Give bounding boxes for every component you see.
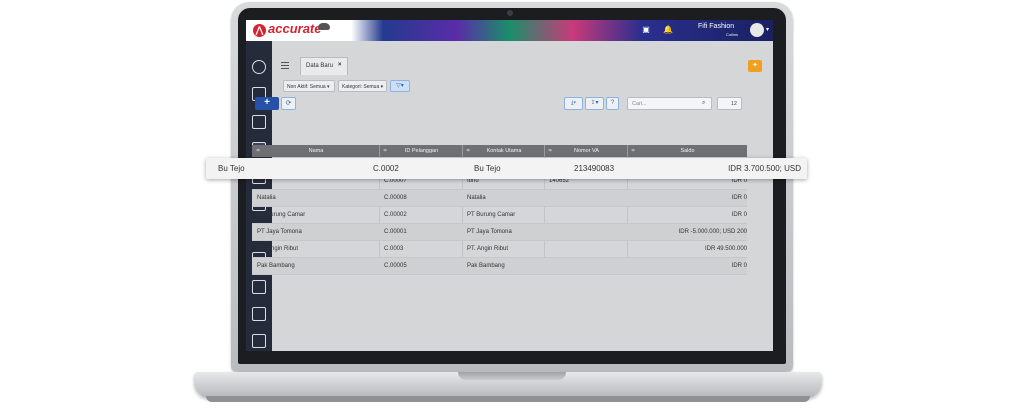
table-row[interactable]: PT Burung Camar C.00002 PT Burung Camar … [252, 207, 747, 224]
list-icon[interactable] [281, 62, 289, 69]
camera-icon [507, 10, 513, 16]
cell-va [549, 224, 627, 241]
cell-nama: PT Burung Camar [257, 212, 306, 218]
ledger-icon[interactable] [252, 307, 266, 321]
laptop-notch [458, 372, 566, 380]
cell-saldo: IDR 0 [731, 195, 747, 201]
cell-kontak: PT Jaya Tomona [467, 229, 512, 235]
category-filter[interactable]: Kategori: Semua ▾ [338, 80, 387, 92]
cell-nama: PT. Angin Ribut [257, 246, 299, 252]
status-filter-label: Non Aktif: Semua [287, 84, 326, 90]
help-icon[interactable]: ? [606, 97, 619, 110]
column-id-pelanggan[interactable]: ID Pelanggan [380, 145, 463, 157]
close-icon[interactable]: × [338, 62, 342, 68]
column-kontak-utama[interactable]: Kontak Utama [463, 145, 545, 157]
export-icon[interactable]: ⇪▾ [585, 97, 604, 110]
filter-icon[interactable]: ▽▾ [390, 80, 410, 92]
calendar-icon[interactable]: ▣ [641, 25, 651, 35]
cell-kontak: PT. Angin Ribut [467, 246, 509, 252]
accurate-logo: accurate [268, 21, 322, 36]
report-icon[interactable] [252, 334, 266, 348]
cell-kontak: Bu Tejo [474, 164, 501, 173]
table-row[interactable]: PT. Angin Ribut C.0003 PT. Angin Ribut I… [252, 241, 747, 258]
asset-icon[interactable] [252, 280, 266, 294]
cell-kontak: PT Burung Camar [467, 212, 516, 218]
cell-id: C.00005 [384, 263, 407, 269]
tab-bar: Data Baru × [272, 57, 773, 75]
settings-gear-icon[interactable] [252, 60, 266, 74]
app-screen: ⋀ accurate ▣ 🔔 Fifi Fashion Collins ▾ Da… [246, 20, 773, 351]
building-icon[interactable] [252, 115, 266, 129]
add-button[interactable]: + [255, 97, 279, 110]
column-saldo[interactable]: Saldo [628, 145, 747, 157]
cell-saldo: IDR -5.000.000; USD 200 [678, 229, 747, 235]
cell-id: C.00008 [384, 195, 407, 201]
lightbulb-icon[interactable]: ✦ [748, 60, 762, 72]
cell-va [549, 258, 627, 275]
accurate-logo-icon: ⋀ [253, 24, 266, 37]
cell-saldo: IDR 3.700.500; USD [728, 164, 801, 173]
user-name[interactable]: Fifi Fashion [698, 23, 734, 30]
table-header: ≑ Nama ≑ ID Pelanggan ≑ Kontak Utama ≑ N… [252, 145, 747, 157]
table-row[interactable]: Natalia C.00008 Natalia IDR 0 [252, 190, 747, 207]
cell-nama: Pak Bambang [257, 263, 295, 269]
download-icon[interactable]: ⤓▾ [564, 97, 583, 110]
refresh-icon[interactable]: ⟳ [281, 97, 296, 110]
cell-id: C.00002 [384, 212, 407, 218]
cell-nama: PT Jaya Tomona [257, 229, 302, 235]
status-filter[interactable]: Non Aktif: Semua ▾ [283, 80, 335, 92]
avatar[interactable] [750, 23, 764, 37]
cell-kontak: Pak Bambang [467, 263, 505, 269]
cell-id: C.00001 [384, 229, 407, 235]
cell-va: 213490083 [574, 164, 615, 173]
chevron-down-icon[interactable]: ▾ [766, 26, 769, 33]
bell-icon[interactable]: 🔔 [663, 25, 673, 35]
laptop-foot [206, 396, 810, 402]
search-icon[interactable]: ⌕ [702, 100, 705, 107]
cell-va [549, 207, 627, 224]
column-nama[interactable]: Nama [252, 145, 380, 157]
cell-nama: Natalia [257, 195, 276, 201]
tab-label: Data Baru [306, 63, 334, 69]
category-filter-label: Kategori: Semua [342, 84, 380, 90]
cell-saldo: IDR 0 [731, 212, 747, 218]
cell-kontak: Natalia [467, 195, 486, 201]
cell-id: C.0002 [373, 164, 399, 173]
top-bar: ⋀ accurate ▣ 🔔 Fifi Fashion Collins ▾ [246, 20, 773, 41]
page-size[interactable]: 12 [717, 97, 742, 110]
cell-saldo: IDR 49.500.000 [704, 246, 747, 252]
cell-va [549, 241, 627, 258]
search-input[interactable]: Cari... [627, 97, 712, 110]
cell-saldo: IDR 0 [731, 263, 747, 269]
cell-id: C.0003 [384, 246, 404, 252]
table-row[interactable]: Pak Bambang C.00005 Pak Bambang IDR 0 [252, 258, 747, 275]
highlighted-table-row[interactable]: Bu Tejo C.0002 Bu Tejo 213490083 IDR 3.7… [206, 158, 807, 179]
table-row[interactable]: PT Jaya Tomona C.00001 PT Jaya Tomona ID… [252, 224, 747, 241]
cell-nama: Bu Tejo [218, 164, 245, 173]
cell-va [549, 190, 627, 207]
cloud-icon [318, 23, 330, 30]
column-nomor-va[interactable]: Nomor VA [545, 145, 628, 157]
user-subtitle: Collins [726, 32, 739, 37]
